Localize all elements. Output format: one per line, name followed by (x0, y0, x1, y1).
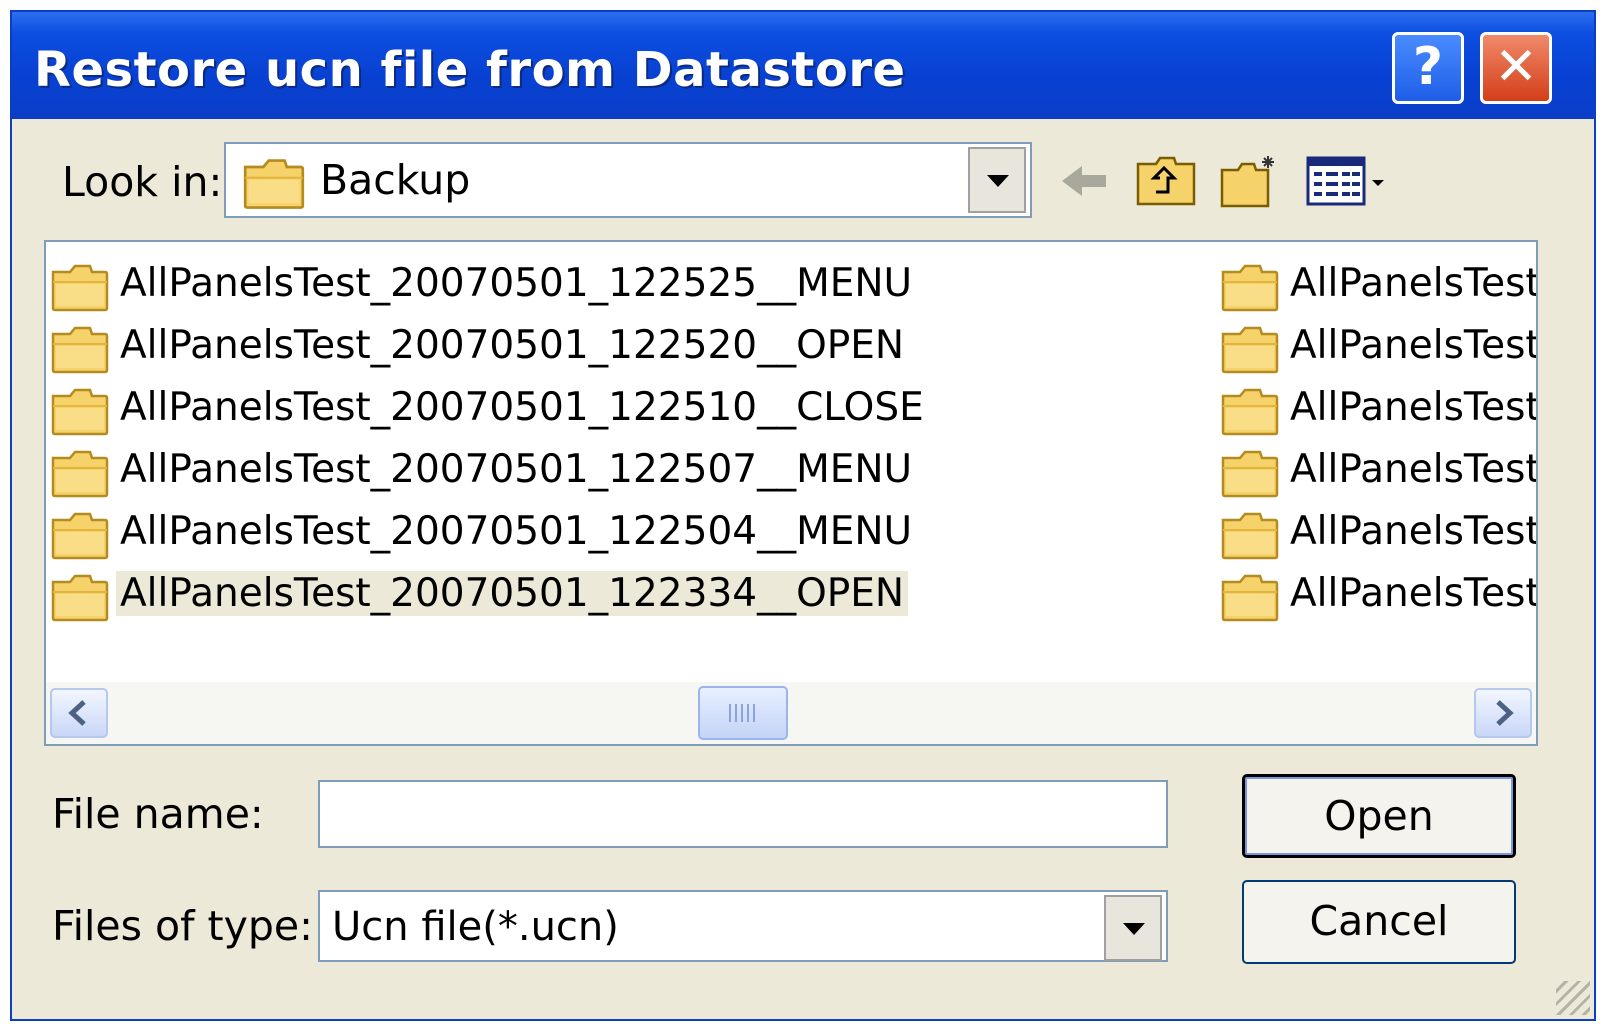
folder-icon (1220, 448, 1280, 498)
file-name: AllPanelsTest_20070501_122504__MENU (120, 509, 913, 554)
folder-icon (1220, 386, 1280, 436)
file-name: AllPanelsTest_ (1290, 447, 1538, 492)
open-button[interactable]: Open (1242, 774, 1516, 858)
folder-icon (1220, 510, 1280, 560)
file-type-dropdown[interactable]: Ucn file(*.ucn) (318, 890, 1168, 962)
close-button[interactable]: ✕ (1480, 32, 1552, 104)
look-in-value: Backup (320, 156, 471, 204)
scroll-left-button[interactable] (50, 688, 108, 738)
chevron-left-icon (68, 700, 86, 726)
back-arrow-icon[interactable] (1052, 152, 1116, 210)
cancel-button[interactable]: Cancel (1242, 880, 1516, 964)
dialog-title: Restore ucn file from Datastore (34, 42, 906, 98)
folder-icon (50, 510, 110, 560)
folder-icon (50, 324, 110, 374)
file-name-input[interactable] (318, 780, 1168, 848)
title-bar[interactable]: Restore ucn file from Datastore ? ✕ (12, 12, 1594, 119)
file-type-label: Files of type: (52, 902, 313, 950)
file-name: AllPanelsTest_ (1290, 571, 1538, 616)
file-name: AllPanelsTest_20070501_122525__MENU (120, 261, 913, 306)
file-name: AllPanelsTest_20070501_122507__MENU (120, 447, 913, 492)
file-name: AllPanelsTest_20070501_122510__CLOSE (120, 385, 924, 430)
file-name: AllPanelsTest_ (1290, 509, 1538, 554)
horizontal-scrollbar[interactable] (46, 682, 1536, 744)
file-name: AllPanelsTest_20070501_122334__OPEN (116, 571, 909, 616)
view-menu-icon[interactable] (1304, 152, 1394, 210)
resize-grip[interactable] (1556, 981, 1590, 1015)
file-name: AllPanelsTest_ (1290, 261, 1538, 306)
folder-icon (1220, 262, 1280, 312)
file-name: AllPanelsTest_20070501_122520__OPEN (120, 323, 905, 368)
file-list[interactable]: AllPanelsTest_20070501_122525__MENU AllPa… (44, 240, 1538, 746)
look-in-label: Look in: (62, 158, 223, 206)
folder-icon (1220, 324, 1280, 374)
up-one-level-icon[interactable] (1134, 152, 1198, 210)
folder-icon (50, 386, 110, 436)
new-folder-icon[interactable] (1218, 152, 1282, 210)
scroll-right-button[interactable] (1474, 688, 1532, 738)
folder-icon (1220, 572, 1280, 622)
scroll-thumb[interactable] (698, 686, 788, 740)
help-button[interactable]: ? (1392, 32, 1464, 104)
chevron-right-icon (1496, 700, 1514, 726)
file-name: AllPanelsTest_ (1290, 385, 1538, 430)
file-name: AllPanelsTest_ (1290, 323, 1538, 368)
folder-icon (50, 572, 110, 622)
folder-icon (242, 156, 306, 210)
chevron-down-icon[interactable] (968, 147, 1026, 213)
file-name-label: File name: (52, 790, 264, 838)
chevron-down-icon[interactable] (1104, 895, 1162, 961)
look-in-dropdown[interactable]: Backup (224, 142, 1032, 218)
grip-lines-icon (729, 704, 755, 722)
folder-icon (50, 448, 110, 498)
folder-icon (50, 262, 110, 312)
file-type-value: Ucn file(*.ucn) (332, 904, 619, 950)
dialog-window: Restore ucn file from Datastore ? ✕ Look… (10, 10, 1596, 1021)
